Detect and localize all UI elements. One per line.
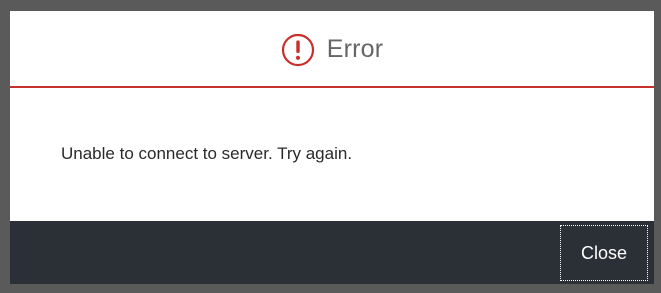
- dialog-title: Error: [326, 35, 384, 63]
- dialog-body: Unable to connect to server. Try again.: [10, 88, 654, 220]
- error-message: Unable to connect to server. Try again.: [61, 144, 353, 163]
- error-circle-icon: [281, 33, 315, 67]
- error-dialog: Error Unable to connect to server. Try a…: [10, 11, 654, 284]
- close-button[interactable]: Close: [560, 225, 648, 281]
- dialog-title-group: Error: [281, 33, 384, 67]
- dialog-header: Error: [10, 11, 654, 88]
- dialog-footer: Close: [10, 221, 654, 284]
